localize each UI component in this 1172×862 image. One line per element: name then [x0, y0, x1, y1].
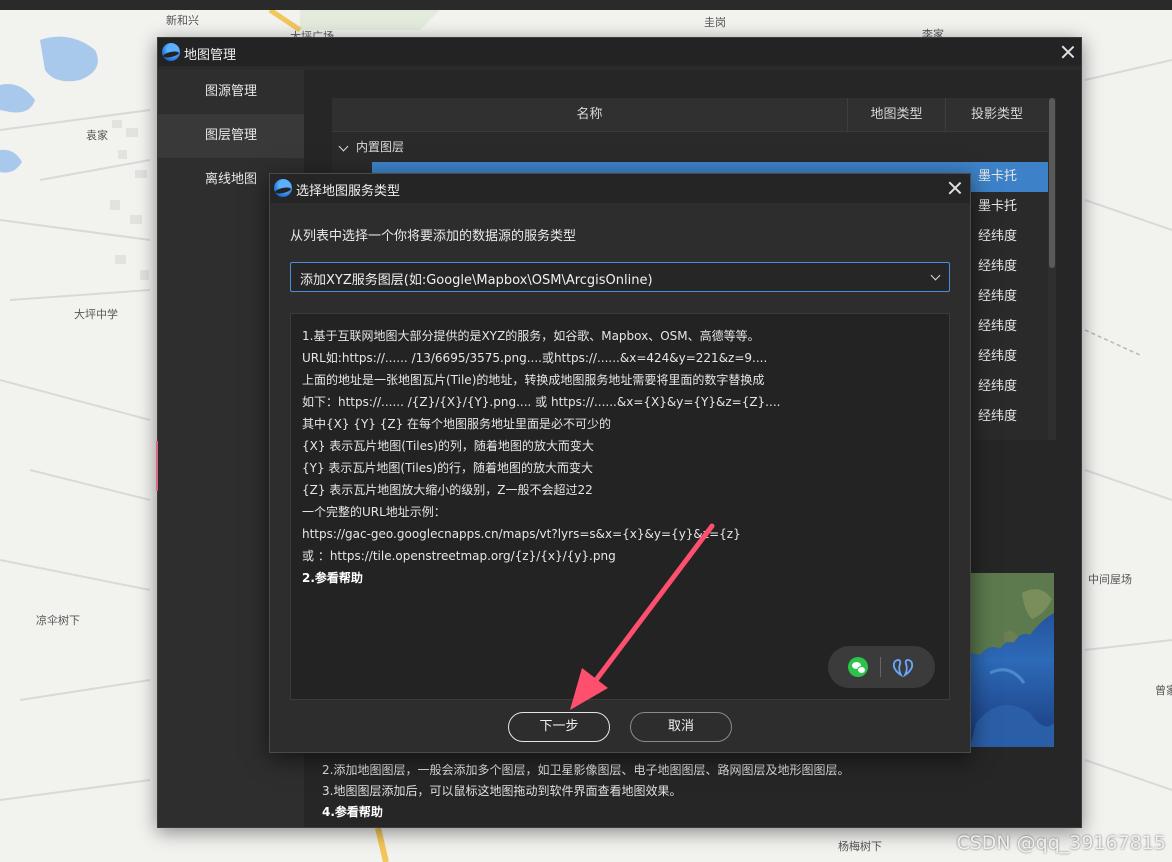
map-label: 杨梅树下 — [838, 840, 882, 853]
column-header-projection[interactable]: 投影类型 — [946, 98, 1048, 132]
dialog-titlebar[interactable]: 选择地图服务类型 — [270, 174, 970, 203]
select-value: 添加XYZ服务图层(如:Google\Mapbox\OSM\ArcgisOnli… — [300, 273, 653, 288]
map-label: 凉伞树下 — [36, 614, 80, 627]
map-label: 袁家 — [86, 129, 108, 142]
group-row-builtin[interactable]: 内置图层 — [332, 132, 1048, 162]
layer-notes: 2.添加地图图层，一般会添加多个图层，如卫星影像图层、电子地图图层、路网图层及地… — [322, 760, 1042, 823]
window-titlebar[interactable]: 地图管理 — [158, 38, 1081, 66]
share-pill — [828, 646, 935, 688]
table-cell-projection[interactable]: 经纬度 — [974, 312, 1048, 342]
scrollbar-thumb[interactable] — [1049, 98, 1055, 268]
table-cell-projection[interactable]: 经纬度 — [974, 252, 1048, 282]
help-line: 上面的地址是一张地图瓦片(Tile)的地址，转换成地图服务地址需要将里面的数字替… — [302, 373, 765, 387]
map-label: 圭岗 — [704, 16, 726, 29]
watermark: CSDN @qq_39167815 — [956, 832, 1166, 854]
table-cell-projection[interactable]: 经纬度 — [974, 282, 1048, 312]
map-label: 曾家 — [1155, 684, 1172, 697]
note-line: 2.添加地图图层，一般会添加多个图层，如卫星影像图层、电子地图图层、路网图层及地… — [322, 763, 850, 777]
group-label: 内置图层 — [356, 140, 405, 154]
dialog-title: 选择地图服务类型 — [296, 184, 401, 199]
chevron-down-icon[interactable] — [338, 141, 349, 152]
window-title: 地图管理 — [184, 48, 237, 63]
app-logo-icon — [274, 179, 292, 197]
help-line: URL如:https://...... /13/6695/3575.png...… — [302, 351, 768, 365]
map-label: 新和兴 — [166, 14, 199, 27]
map-label: 中间屋场 — [1088, 573, 1132, 586]
help-line: 其中{X} {Y} {Z} 在每个地图服务地址里面是必不可少的 — [302, 417, 612, 431]
note-line-help[interactable]: 4.参看帮助 — [322, 802, 1042, 823]
column-header-name[interactable]: 名称 — [332, 98, 848, 132]
edge-accent — [156, 441, 158, 491]
table-cell-projection[interactable]: 墨卡托 — [974, 162, 1048, 192]
help-line: {Z} 表示瓦片地图放大缩小的级别，Z一般不会超过22 — [302, 483, 593, 497]
table-cell-projection[interactable]: 经纬度 — [974, 402, 1048, 432]
dialog-prompt: 从列表中选择一个你将要添加的数据源的服务类型 — [290, 229, 577, 244]
heart-logo-icon[interactable] — [891, 656, 915, 678]
map-label: 大坪中学 — [74, 308, 118, 321]
table-header: 名称 地图类型 投影类型 — [332, 98, 1048, 132]
sidebar-item-layer-manager[interactable]: 图层管理 — [158, 114, 304, 158]
close-icon[interactable] — [1060, 44, 1076, 60]
service-type-select[interactable]: 添加XYZ服务图层(如:Google\Mapbox\OSM\ArcgisOnli… — [290, 262, 950, 292]
help-line: 如下：https://...... /{Z}/{X}/{Y}.png.... 或… — [302, 395, 781, 409]
divider — [880, 657, 881, 677]
help-line: {Y} 表示瓦片地图(Tiles)的行，随着地图的放大而变大 — [302, 461, 594, 475]
close-icon[interactable] — [947, 180, 963, 196]
column-header-map-type[interactable]: 地图类型 — [848, 98, 946, 132]
annotation-arrow-icon — [570, 523, 715, 710]
chevron-down-icon[interactable] — [930, 270, 941, 281]
table-cell-projection[interactable]: 经纬度 — [974, 372, 1048, 402]
help-line: {X} 表示瓦片地图(Tiles)的列，随着地图的放大而变大 — [302, 439, 594, 453]
table-cell-projection[interactable]: 经纬度 — [974, 342, 1048, 372]
table-cell-projection[interactable]: 经纬度 — [974, 222, 1048, 252]
table-scrollbar[interactable] — [1048, 98, 1056, 440]
satellite-preview-image — [970, 573, 1054, 747]
help-line: 1.基于互联网地图大部分提供的是XYZ的服务，如谷歌、Mapbox、OSM、高德… — [302, 329, 760, 343]
note-line: 3.地图图层添加后，可以鼠标这地图拖动到软件界面查看地图效果。 — [322, 784, 682, 798]
sidebar-item-source-manager[interactable]: 图源管理 — [158, 70, 304, 114]
wechat-icon[interactable] — [848, 657, 868, 677]
table-cell-projection[interactable]: 墨卡托 — [974, 192, 1048, 222]
app-logo-icon — [162, 43, 180, 61]
top-strip — [0, 0, 1172, 10]
